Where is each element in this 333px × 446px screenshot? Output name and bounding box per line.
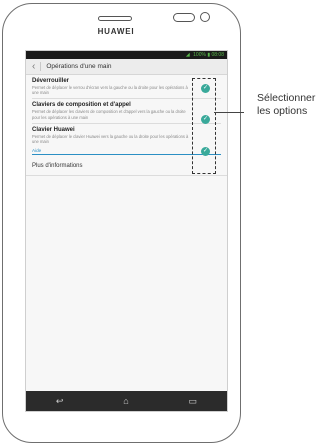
option-title: Claviers de composition et d'appel	[32, 102, 131, 109]
sensor-icon	[173, 13, 195, 22]
option-description: Permet de déplacer les claviers de compo…	[32, 109, 186, 120]
callout-label: Sélectionner les options	[257, 92, 333, 118]
status-bar: ◢ 100% ▮ 08:08	[26, 51, 227, 59]
clock: 08:08	[211, 52, 224, 58]
navigation-bar: ↩ ⌂ ▭	[26, 391, 227, 411]
battery-level: 100%	[193, 52, 206, 58]
callout-line-2: les options	[257, 105, 308, 117]
callout-line-1: Sélectionner	[257, 92, 316, 104]
header-divider	[40, 62, 42, 71]
option-description: Permet de déplacer le clavier Huawei ver…	[32, 133, 189, 145]
signal-icon: ◢	[185, 52, 190, 58]
phone-screen: ◢ 100% ▮ 08:08 ‹ Opérations d'une main D…	[25, 50, 228, 412]
option-clavier-huawei[interactable]: Clavier Huawei Permet de déplacer le cla…	[26, 124, 198, 146]
battery-icon: ▮	[207, 52, 211, 58]
option-deverrouiller[interactable]: Déverrouiller Permet de déplacer le verr…	[26, 75, 198, 97]
earpiece-speaker	[98, 16, 132, 21]
page-title: Opérations d'une main	[46, 63, 112, 70]
front-camera-icon	[200, 12, 210, 22]
option-description: Permet de déplacer le verrou d'écran ver…	[32, 85, 188, 96]
phone-frame: HUAWEI ◢ 100% ▮ 08:08 ‹ Opérations d'une…	[2, 3, 241, 443]
home-icon[interactable]: ⌂	[123, 396, 128, 406]
back-nav-icon[interactable]: ↩	[56, 396, 64, 407]
brand-logo: HUAWEI	[97, 27, 135, 36]
app-header: ‹ Opérations d'une main	[26, 59, 227, 75]
highlight-box	[192, 78, 216, 174]
back-arrow-icon[interactable]: ‹	[32, 61, 35, 72]
option-title: Déverrouiller	[32, 78, 70, 84]
callout-line	[214, 112, 244, 113]
option-title: Clavier Huawei	[32, 126, 75, 133]
option-claviers-composition[interactable]: Claviers de composition et d'appel Perme…	[26, 99, 198, 121]
recents-icon[interactable]: ▭	[189, 396, 198, 407]
